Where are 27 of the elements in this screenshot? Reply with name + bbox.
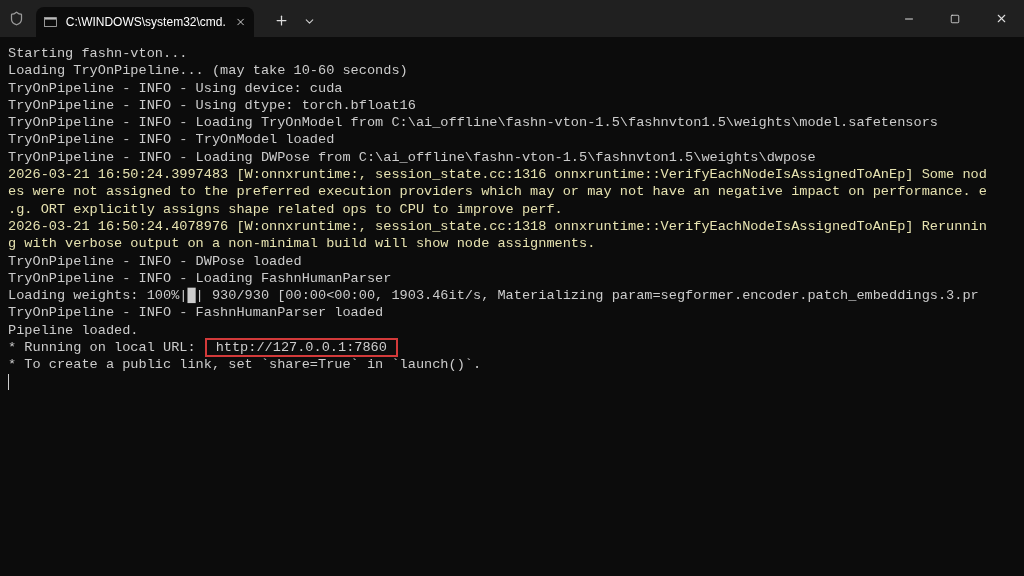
terminal-line: * Running on local URL: [8, 339, 196, 357]
terminal-line: Pipeline loaded. [8, 321, 139, 340]
terminal-line: TryOnPipeline - INFO - Using device: cuda [8, 79, 343, 97]
text-cursor [8, 373, 9, 390]
url-link[interactable]: http://127.0.0.1:7860 [204, 338, 398, 358]
terminal-line: Loading weights: 100%|█| 930/930 [00:00<00:00, 1903.46it/s, Materializing param=segformer.encoder.patch_embeddings.3.pr [8, 287, 979, 305]
terminal-line: 2026-03-21 16:50:24.3997483 [W:onnxruntime:, session_state.cc:1316 onnxruntime::VerifyEachNodeIsAssignedToAnEp] Some nod [8, 166, 987, 184]
shield-icon [9, 11, 24, 26]
maximize-icon[interactable] [950, 13, 960, 24]
terminal-line: Starting fashn-vton... [8, 45, 188, 63]
terminal-line: TryOnPipeline - INFO - Loading DWPose from C:\ai_offline\fashn-vton-1.5\fashnvton1.5\weights\dwpose [8, 148, 816, 167]
terminal-line: g with verbose output on a non-minimal build will show node assignments. [8, 235, 596, 253]
terminal-line: TryOnPipeline - INFO - TryOnModel loaded [8, 131, 335, 149]
new-tab-icon[interactable] [274, 13, 289, 28]
terminal-line: TryOnPipeline - INFO - DWPose loaded [8, 252, 302, 270]
terminal-line: .g. ORT explicitly assigns shape related ops to CPU to improve perf. [8, 200, 563, 218]
terminal-line: es were not assigned to the preferred execution providers which may or may not have an negative impact on performance. e [8, 183, 987, 201]
terminal-line: * To create a public link, set `share=True` in `launch()`. [8, 356, 482, 374]
terminal-line: Loading TryOnPipeline... (may take 10-60 seconds) [8, 62, 408, 80]
console-icon [44, 16, 57, 28]
terminal-tab[interactable]: C:\WINDOWS\system32\cmd. [36, 7, 254, 37]
tab-title: C:\WINDOWS\system32\cmd. [65, 14, 226, 31]
terminal-line: TryOnPipeline - INFO - FashnHumanParser loaded [8, 304, 384, 322]
terminal-line: TryOnPipeline - INFO - Loading TryOnModel from C:\ai_offline\fashn-vton-1.5\fashnvton1.5\weights\model.safetensors [8, 114, 938, 132]
terminal-line: 2026-03-21 16:50:24.4078976 [W:onnxruntime:, session_state.cc:1318 onnxruntime::VerifyEachNodeIsAssignedToAnEp] Rerunnin [8, 217, 987, 236]
terminal-line: TryOnPipeline - INFO - Loading FashnHumanParser [8, 269, 392, 287]
terminal-line: TryOnPipeline - INFO - Using dtype: torch.bfloat16 [8, 96, 416, 115]
